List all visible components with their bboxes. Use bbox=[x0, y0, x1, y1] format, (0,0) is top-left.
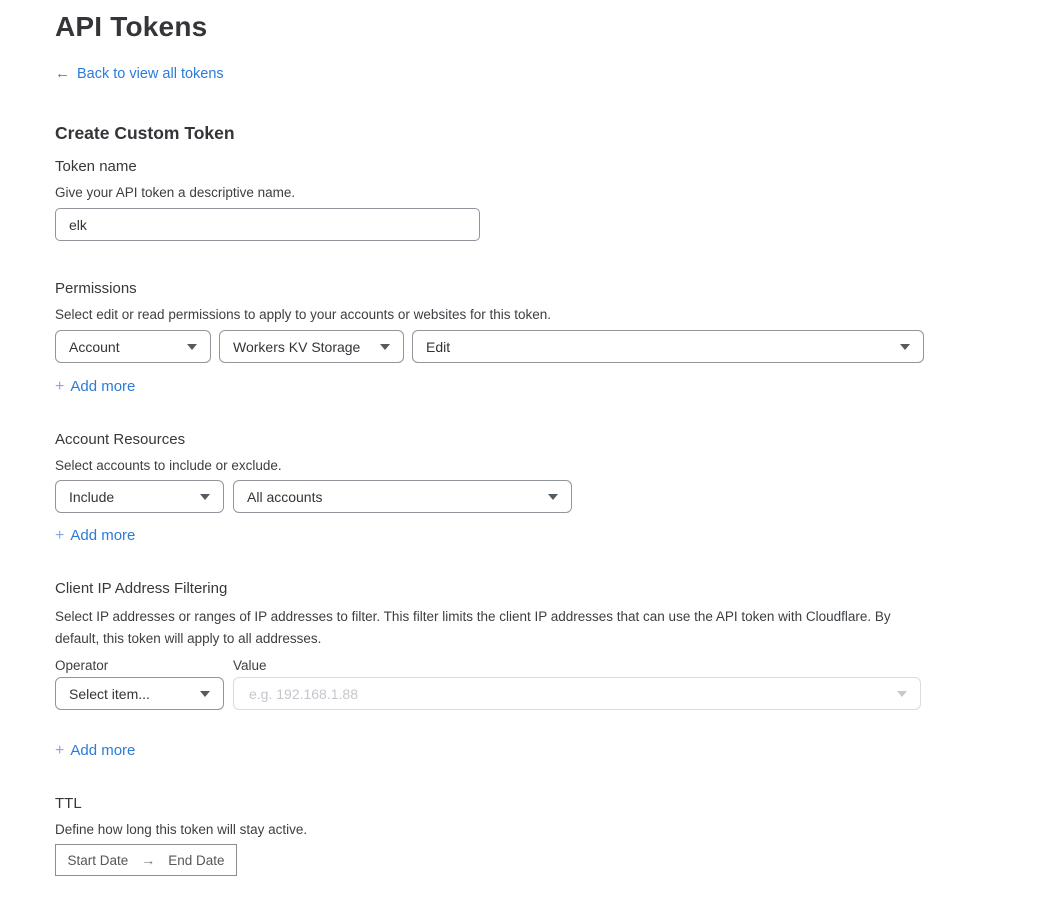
add-more-label: Add more bbox=[70, 526, 135, 546]
token-name-description: Give your API token a descriptive name. bbox=[55, 184, 980, 202]
permission-service-select[interactable]: Workers KV Storage bbox=[219, 330, 404, 363]
back-link-label: Back to view all tokens bbox=[77, 64, 224, 84]
add-more-label: Add more bbox=[70, 741, 135, 761]
permission-service-value: Workers KV Storage bbox=[233, 339, 360, 355]
account-resources-mode-select[interactable]: Include bbox=[55, 480, 224, 513]
token-name-label: Token name bbox=[55, 157, 980, 177]
chevron-down-icon bbox=[200, 494, 210, 500]
chevron-down-icon bbox=[187, 344, 197, 350]
plus-icon: + bbox=[55, 377, 64, 397]
account-resources-target-value: All accounts bbox=[247, 489, 322, 505]
account-resources-target-select[interactable]: All accounts bbox=[233, 480, 572, 513]
chevron-down-icon bbox=[548, 494, 558, 500]
ip-filtering-column-labels: Operator Value bbox=[55, 657, 980, 675]
account-resources-row: Include All accounts bbox=[55, 480, 980, 513]
ip-operator-value: Select item... bbox=[69, 686, 150, 702]
permission-scope-value: Account bbox=[69, 339, 120, 355]
start-date-label: Start Date bbox=[67, 853, 128, 868]
ip-operator-select[interactable]: Select item... bbox=[55, 677, 224, 710]
left-arrow-icon: ← bbox=[55, 64, 70, 84]
account-resources-label: Account Resources bbox=[55, 430, 980, 450]
add-more-label: Add more bbox=[70, 377, 135, 397]
chevron-down-icon bbox=[900, 344, 910, 350]
plus-icon: + bbox=[55, 526, 64, 546]
operator-column-label: Operator bbox=[55, 657, 233, 675]
account-resources-add-more-link[interactable]: + Add more bbox=[55, 526, 135, 546]
ttl-date-range-picker[interactable]: Start Date → End Date bbox=[55, 844, 237, 876]
ip-value-field[interactable] bbox=[233, 677, 921, 710]
ip-filtering-label: Client IP Address Filtering bbox=[55, 579, 980, 599]
ip-value-input[interactable] bbox=[247, 685, 887, 703]
permission-scope-select[interactable]: Account bbox=[55, 330, 211, 363]
right-arrow-icon: → bbox=[141, 852, 155, 868]
chevron-down-icon bbox=[200, 691, 210, 697]
ttl-description: Define how long this token will stay act… bbox=[55, 821, 980, 839]
account-resources-description: Select accounts to include or exclude. bbox=[55, 457, 980, 475]
account-resources-mode-value: Include bbox=[69, 489, 114, 505]
permissions-description: Select edit or read permissions to apply… bbox=[55, 306, 980, 324]
permissions-label: Permissions bbox=[55, 279, 980, 299]
chevron-down-icon bbox=[380, 344, 390, 350]
token-name-input[interactable] bbox=[55, 208, 480, 241]
permissions-row: Account Workers KV Storage Edit bbox=[55, 330, 980, 363]
permission-access-select[interactable]: Edit bbox=[412, 330, 924, 363]
end-date-label: End Date bbox=[168, 853, 224, 868]
page-content: API Tokens ← Back to view all tokens Cre… bbox=[0, 0, 980, 876]
chevron-down-icon bbox=[897, 691, 907, 697]
back-to-tokens-link[interactable]: ← Back to view all tokens bbox=[55, 64, 224, 84]
ip-filtering-description: Select IP addresses or ranges of IP addr… bbox=[55, 606, 920, 650]
ip-filtering-add-more-link[interactable]: + Add more bbox=[55, 741, 135, 761]
ttl-label: TTL bbox=[55, 794, 980, 814]
permission-access-value: Edit bbox=[426, 339, 450, 355]
form-heading: Create Custom Token bbox=[55, 121, 980, 145]
ip-filtering-row: Select item... bbox=[55, 677, 980, 710]
permissions-add-more-link[interactable]: + Add more bbox=[55, 377, 135, 397]
plus-icon: + bbox=[55, 741, 64, 761]
page-title: API Tokens bbox=[55, 8, 980, 46]
value-column-label: Value bbox=[233, 657, 267, 675]
